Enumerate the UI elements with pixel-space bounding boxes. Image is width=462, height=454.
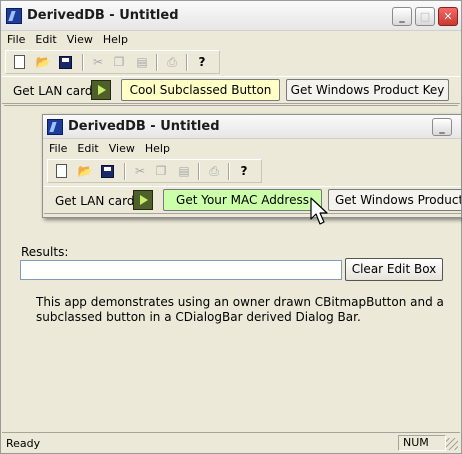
standard-toolbar: 📂 ✂ ❐ ▤ ⎙ ? xyxy=(5,50,220,74)
description-text: This app demonstrates using an owner dra… xyxy=(36,295,444,324)
results-field[interactable] xyxy=(20,260,342,280)
client-area-border xyxy=(4,105,458,107)
dialog-bar: Get LAN card Cool Subclassed Button Get … xyxy=(2,76,460,104)
menu-file[interactable]: File xyxy=(44,140,72,155)
title-bar[interactable]: DerivedDB - Untitled _ xyxy=(43,115,461,139)
title-bar[interactable]: DerivedDB - Untitled _ □ ✕ xyxy=(1,1,461,31)
print-icon[interactable]: ⎙ xyxy=(205,163,223,179)
toolbar-separator xyxy=(156,54,158,71)
menu-edit[interactable]: Edit xyxy=(72,140,103,155)
app-icon[interactable] xyxy=(47,119,63,135)
help-icon[interactable]: ? xyxy=(193,54,211,70)
new-file-icon[interactable] xyxy=(14,55,25,69)
secondary-window: DerivedDB - Untitled _ File Edit View Help … xyxy=(42,114,462,218)
results-label: Results: xyxy=(21,245,69,259)
cut-icon[interactable]: ✂ xyxy=(89,54,107,70)
toolbar-separator xyxy=(124,163,126,180)
window-title: DerivedDB - Untitled xyxy=(68,119,220,134)
cut-icon[interactable]: ✂ xyxy=(131,163,149,179)
status-bar: Ready NUM xyxy=(2,432,460,452)
menu-help[interactable]: Help xyxy=(98,31,133,46)
app-icon[interactable] xyxy=(6,8,22,24)
main-window: DerivedDB - Untitled _ □ ✕ File Edit View H… xyxy=(0,0,462,454)
resize-grip-icon[interactable] xyxy=(446,438,458,450)
menu-bar: File Edit View Help xyxy=(44,140,460,158)
menu-view[interactable]: View xyxy=(104,140,140,155)
menu-help[interactable]: Help xyxy=(140,140,175,155)
toolbar-separator xyxy=(82,54,84,71)
save-disk-icon[interactable] xyxy=(101,165,114,178)
dialog-bar: Get LAN card Get Your MAC Address Get Wi… xyxy=(44,186,461,214)
toolbar-separator xyxy=(228,163,230,180)
paste-icon[interactable]: ▤ xyxy=(175,163,193,179)
minimize-button[interactable]: _ xyxy=(392,7,412,26)
menu-file[interactable]: File xyxy=(2,31,30,46)
menu-edit[interactable]: Edit xyxy=(30,31,61,46)
copy-icon[interactable]: ❐ xyxy=(152,163,170,179)
new-file-icon[interactable] xyxy=(56,164,67,178)
lan-card-label: Get LAN card xyxy=(55,194,135,208)
menu-bar: File Edit View Help xyxy=(2,31,460,49)
print-icon[interactable]: ⎙ xyxy=(163,54,181,70)
menu-view[interactable]: View xyxy=(62,31,98,46)
num-lock-indicator: NUM xyxy=(398,435,446,451)
window-title: DerivedDB - Untitled xyxy=(27,8,179,23)
lan-card-label: Get LAN card xyxy=(13,84,93,98)
cool-subclassed-button[interactable]: Cool Subclassed Button xyxy=(121,79,280,101)
toolbar-separator xyxy=(198,163,200,180)
maximize-button[interactable]: □ xyxy=(415,7,435,26)
play-icon[interactable] xyxy=(91,80,111,100)
open-folder-icon[interactable]: 📂 xyxy=(34,54,52,70)
close-button[interactable]: ✕ xyxy=(438,7,458,26)
save-disk-icon[interactable] xyxy=(59,56,72,69)
copy-icon[interactable]: ❐ xyxy=(110,54,128,70)
mouse-pointer-icon xyxy=(310,197,328,225)
windows-product-key-button[interactable]: Get Windows Product Key xyxy=(286,79,449,101)
clear-edit-box-button[interactable]: Clear Edit Box xyxy=(345,258,443,281)
minimize-button[interactable]: _ xyxy=(432,118,452,136)
windows-product-key-button[interactable]: Get Windows Product Key xyxy=(328,189,461,211)
status-text: Ready xyxy=(6,437,41,450)
standard-toolbar: 📂 ✂ ❐ ▤ ⎙ ? xyxy=(47,159,262,183)
mac-address-button[interactable]: Get Your MAC Address xyxy=(163,189,322,211)
play-icon[interactable] xyxy=(133,190,153,210)
open-folder-icon[interactable]: 📂 xyxy=(76,163,94,179)
toolbar-separator xyxy=(186,54,188,71)
help-icon[interactable]: ? xyxy=(235,163,253,179)
paste-icon[interactable]: ▤ xyxy=(133,54,151,70)
